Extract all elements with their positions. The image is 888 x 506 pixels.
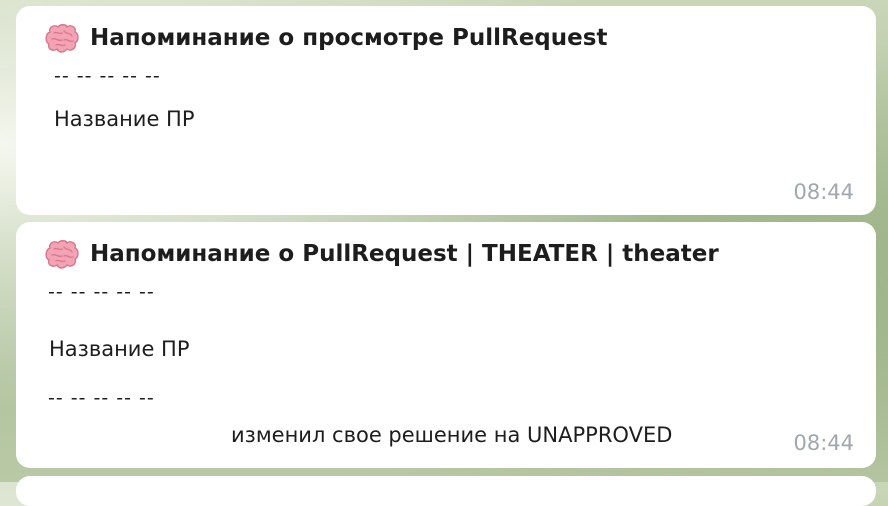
message-bubble[interactable]: Напоминание о PullRequest | THEATER | th… <box>16 222 876 468</box>
separator: -- -- -- -- -- <box>48 281 155 303</box>
separator: -- -- -- -- -- <box>48 387 155 409</box>
message-time: 08:44 <box>793 180 854 204</box>
message-title-text: Напоминание о PullRequest | THEATER | th… <box>90 241 719 267</box>
pr-name: Название ПР <box>54 107 195 131</box>
message-bubble[interactable] <box>16 476 876 506</box>
message-title-text: Напоминание о просмотре PullRequest <box>90 25 608 51</box>
message-title: Напоминание о PullRequest | THEATER | th… <box>44 239 719 269</box>
brain-icon <box>45 24 79 53</box>
pr-name: Название ПР <box>49 337 190 361</box>
message-time: 08:44 <box>793 431 854 455</box>
separator: -- -- -- -- -- <box>54 65 161 87</box>
message-title: Напоминание о просмотре PullRequest <box>44 23 607 53</box>
status-text: изменил свое решение на UNAPPROVED <box>231 423 673 447</box>
message-bubble[interactable]: Напоминание о просмотре PullRequest -- -… <box>16 6 876 215</box>
chat-area: Напоминание о просмотре PullRequest -- -… <box>0 0 888 506</box>
brain-icon <box>45 240 79 269</box>
